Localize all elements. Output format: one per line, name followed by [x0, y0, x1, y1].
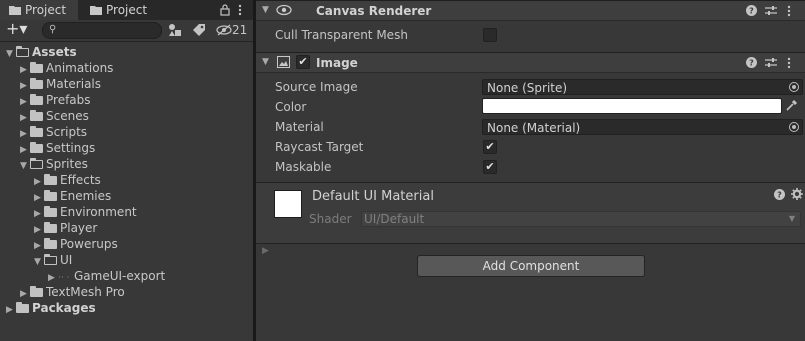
- presets-icon[interactable]: [765, 1, 777, 21]
- color-label: Color: [275, 100, 307, 114]
- folder-icon: [44, 206, 57, 217]
- collapsed-arrow-icon[interactable]: ▶: [6, 302, 16, 318]
- create-dropdown-button[interactable]: +▾: [6, 21, 36, 39]
- eyedropper-icon[interactable]: [786, 98, 800, 114]
- folder-icon: [30, 126, 43, 137]
- raycast-target-label: Raycast Target: [275, 140, 364, 154]
- help-icon[interactable]: ?: [746, 1, 757, 21]
- tree-item-scripts[interactable]: ▶ Scripts: [0, 124, 253, 140]
- kebab-menu-icon[interactable]: [238, 1, 242, 19]
- folder-icon: [44, 238, 57, 249]
- folder-icon: [30, 94, 43, 105]
- folder-open-icon: [30, 158, 43, 169]
- material-thumbnail: [274, 190, 302, 218]
- gear-icon: [790, 188, 803, 200]
- folder-icon: [9, 1, 21, 21]
- kebab-menu-icon[interactable]: [787, 1, 791, 21]
- svg-text:?: ?: [777, 191, 782, 200]
- search-by-label-icon[interactable]: [193, 21, 205, 39]
- tab-label: Project: [25, 3, 67, 17]
- image-enabled-checkbox[interactable]: ✔: [296, 55, 310, 69]
- tree-item-scenes[interactable]: ▶ Scenes: [0, 108, 253, 124]
- tree-item-materials[interactable]: ▶ Materials: [0, 76, 253, 92]
- folder-icon: [30, 110, 43, 121]
- folder-icon: [30, 142, 43, 153]
- folder-icon: [44, 222, 57, 233]
- collapse-arrow-icon[interactable]: ▼: [262, 52, 269, 72]
- search-by-type-icon[interactable]: [168, 21, 182, 39]
- folder-icon: [44, 174, 57, 185]
- object-picker-icon[interactable]: [789, 122, 799, 132]
- folder-icon: [30, 62, 43, 73]
- svg-text:?: ?: [749, 59, 754, 68]
- material-foldout-arrow-icon[interactable]: ▶: [262, 246, 269, 256]
- dropdown-arrow-icon: ▼: [788, 214, 795, 223]
- material-header-icons: ?: [774, 188, 803, 202]
- maskable-checkbox[interactable]: ✔: [483, 160, 497, 174]
- hidden-count: 21: [232, 23, 248, 37]
- folder-open-icon: [16, 46, 29, 57]
- tree-item-sprites[interactable]: ▼ Sprites: [0, 156, 253, 172]
- folder-icon: [16, 302, 29, 313]
- tree-item-assets[interactable]: ▼ Assets: [0, 44, 253, 60]
- tree-item-powerups[interactable]: ▶ Powerups: [0, 236, 253, 252]
- folder-icon: [44, 190, 57, 201]
- kebab-menu-icon[interactable]: [787, 53, 791, 73]
- raycast-target-checkbox[interactable]: ✔: [483, 140, 497, 154]
- search-input[interactable]: ⚲: [42, 22, 162, 39]
- tree-item-prefabs[interactable]: ▶ Prefabs: [0, 92, 253, 108]
- presets-icon[interactable]: [765, 53, 777, 73]
- cull-transparent-mesh-label: Cull Transparent Mesh: [275, 28, 408, 42]
- eye-slash-icon: [216, 24, 232, 36]
- tree-item-environment[interactable]: ▶ Environment: [0, 204, 253, 220]
- tree-item-textmesh-pro[interactable]: ▶ TextMesh Pro: [0, 284, 253, 300]
- eye-icon: [276, 4, 292, 19]
- tab-label: Project: [106, 3, 148, 17]
- add-component-button[interactable]: Add Component: [417, 255, 645, 277]
- tree-item-settings[interactable]: ▶ Settings: [0, 140, 253, 156]
- tree-item-player[interactable]: ▶ Player: [0, 220, 253, 236]
- shader-label: Shader: [309, 212, 352, 226]
- svg-text:?: ?: [749, 7, 754, 16]
- search-icon: ⚲: [49, 24, 57, 35]
- folder-icon: [30, 78, 43, 89]
- folder-icon: [90, 1, 102, 21]
- tree-item-animations[interactable]: ▶ Animations: [0, 60, 253, 76]
- cull-transparent-mesh-checkbox[interactable]: [483, 28, 497, 42]
- material-label: Material: [275, 120, 324, 134]
- tree-item-packages[interactable]: ▶ Packages: [0, 300, 253, 316]
- tree-item-ui[interactable]: ▼ UI: [0, 252, 253, 268]
- tree-item-gameui-export[interactable]: ▶ ·· · GameUI-export: [0, 268, 253, 284]
- material-name: Default UI Material: [312, 189, 434, 204]
- tree-item-enemies[interactable]: ▶ Enemies: [0, 188, 253, 204]
- source-image-label: Source Image: [275, 80, 358, 94]
- image-component-icon: [277, 56, 290, 71]
- maskable-label: Maskable: [275, 160, 332, 174]
- tab-project-1[interactable]: Project: [0, 0, 78, 20]
- object-picker-icon[interactable]: [789, 82, 799, 92]
- help-icon: ?: [774, 189, 785, 200]
- material-field[interactable]: None (Material): [482, 119, 803, 135]
- folder-open-icon: [44, 254, 57, 265]
- component-title: Image: [316, 56, 358, 70]
- source-image-field[interactable]: None (Sprite): [482, 79, 803, 95]
- lock-icon[interactable]: [220, 1, 230, 19]
- help-icon[interactable]: ?: [746, 53, 757, 73]
- color-swatch-field[interactable]: [482, 98, 782, 114]
- folder-icon: [30, 286, 43, 297]
- tree-item-effects[interactable]: ▶ Effects: [0, 172, 253, 188]
- collapse-arrow-icon[interactable]: ▼: [262, 0, 269, 20]
- hidden-packages-toggle[interactable]: 21: [216, 21, 247, 39]
- component-title: Canvas Renderer: [316, 4, 432, 18]
- tab-project-2[interactable]: Project: [82, 0, 172, 20]
- shader-dropdown[interactable]: UI/Default ▼: [361, 211, 801, 227]
